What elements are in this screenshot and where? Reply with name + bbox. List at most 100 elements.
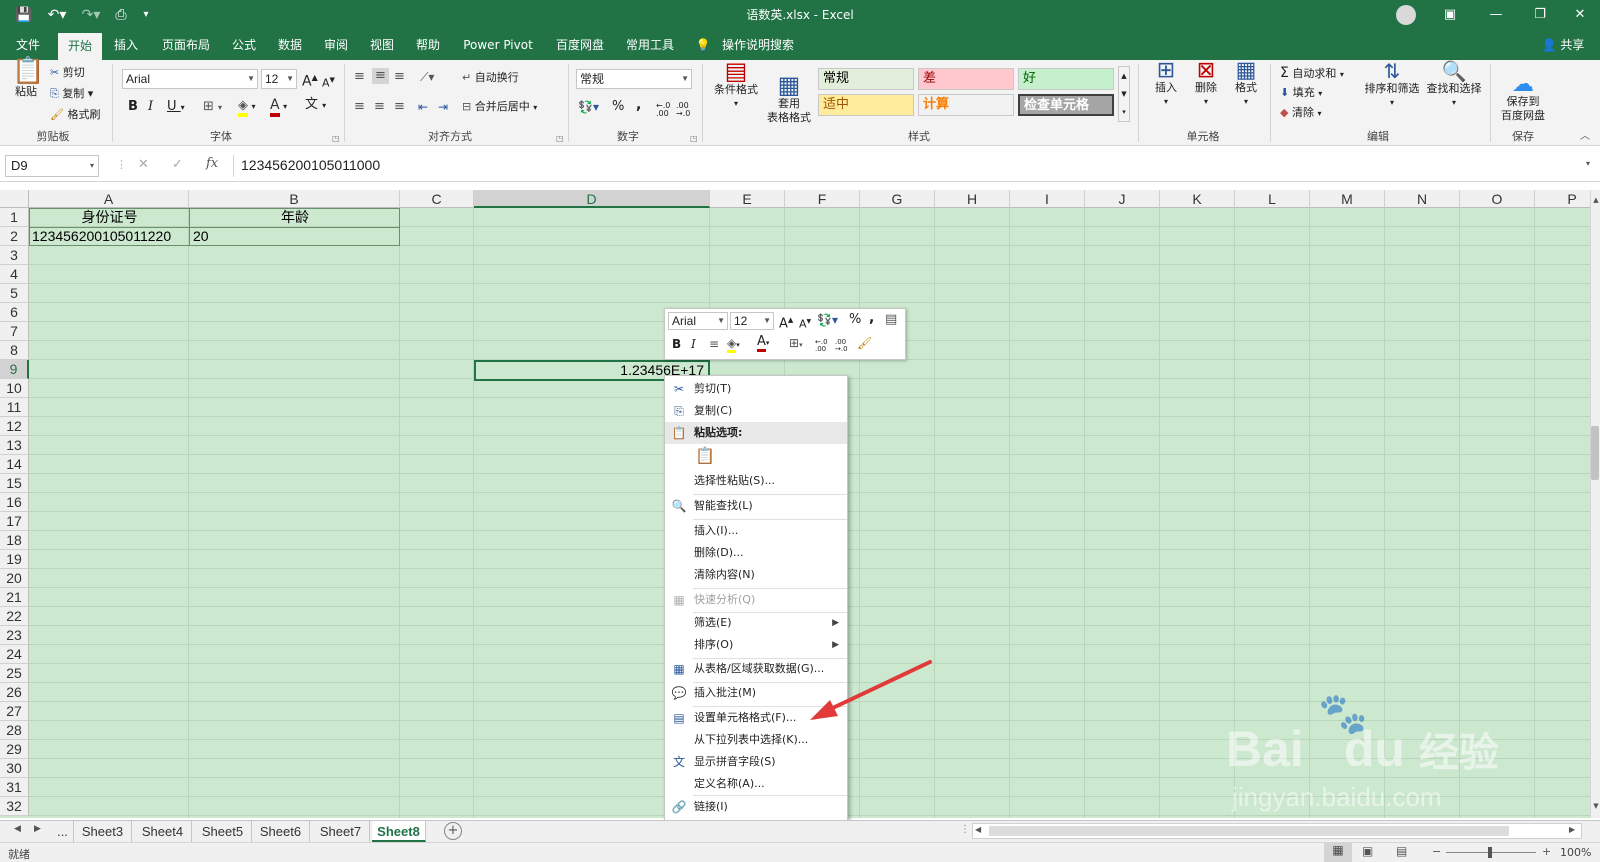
column-header-n[interactable]: N — [1385, 190, 1460, 208]
align-left-icon[interactable]: ≡ — [354, 100, 365, 114]
row-header-14[interactable]: 14 — [0, 455, 29, 474]
row-header-22[interactable]: 22 — [0, 607, 29, 626]
mini-accounting-icon[interactable]: 💱▾ — [817, 313, 838, 327]
style-good[interactable]: 好 — [1018, 68, 1114, 90]
row-header-28[interactable]: 28 — [0, 721, 29, 740]
sheet-tab-overflow[interactable]: ... — [52, 821, 74, 842]
scroll-up-icon[interactable]: ▲ — [1591, 196, 1600, 204]
format-painter-button[interactable]: 🖌 格式刷 — [50, 108, 100, 122]
tab-formulas[interactable]: 公式 — [226, 30, 262, 60]
page-layout-view-icon[interactable]: ▣ — [1362, 844, 1373, 858]
style-calculation[interactable]: 计算 — [918, 94, 1014, 116]
sheet-tab-sheet6[interactable]: Sheet6 — [252, 821, 310, 842]
menu-item-quick-analysis[interactable]: ▦ 快速分析(Q) — [665, 589, 847, 611]
comma-button[interactable]: , — [636, 98, 641, 112]
row-header-12[interactable]: 12 — [0, 417, 29, 436]
ribbon-display-icon[interactable]: ▣ — [1430, 0, 1470, 30]
vertical-scrollbar[interactable]: ▲ ▼ — [1590, 190, 1600, 818]
row-header-31[interactable]: 31 — [0, 778, 29, 797]
sheet-tab-sheet5[interactable]: Sheet5 — [194, 821, 252, 842]
menu-item-cut[interactable]: ✂ 剪切(T) — [665, 378, 847, 400]
mini-fill-color-button[interactable]: ◈▾ — [727, 336, 740, 353]
mini-percent-button[interactable]: % — [849, 313, 861, 327]
mini-borders-icon[interactable]: ⊞▾ — [789, 336, 803, 352]
prev-sheet-icon[interactable]: ◀ — [14, 824, 21, 834]
tab-power-pivot[interactable]: Power Pivot — [456, 30, 540, 60]
number-dialog-launcher-icon[interactable]: ◳ — [690, 132, 698, 146]
tab-page-layout[interactable]: 页面布局 — [156, 30, 216, 60]
styles-scroll[interactable]: ▲ ▼ ▾ — [1118, 66, 1130, 122]
font-dialog-launcher-icon[interactable]: ◳ — [332, 132, 340, 146]
horizontal-scrollbar[interactable]: ◀ ▶ — [972, 823, 1582, 839]
format-as-table-button[interactable]: ▦ 套用 表格格式 — [764, 64, 814, 139]
enter-icon[interactable]: ✓ — [172, 157, 183, 172]
column-header-b[interactable]: B — [189, 190, 400, 208]
restore-icon[interactable]: ❐ — [1520, 0, 1560, 30]
normal-view-icon[interactable]: ▦ — [1324, 843, 1352, 862]
column-header-d[interactable]: D — [474, 190, 710, 208]
mini-decrease-decimal-icon[interactable]: .00 →.0 — [835, 339, 848, 353]
tab-view[interactable]: 视图 — [364, 30, 400, 60]
column-header-h[interactable]: H — [935, 190, 1010, 208]
column-header-g[interactable]: G — [860, 190, 935, 208]
menu-item-delete[interactable]: 删除(D)... — [665, 542, 847, 564]
row-header-30[interactable]: 30 — [0, 759, 29, 778]
insert-function-icon[interactable]: fx — [206, 156, 218, 171]
mini-align-center-icon[interactable]: ≡ — [709, 337, 719, 351]
name-box[interactable]: D9 ▾ — [5, 155, 99, 177]
column-header-j[interactable]: J — [1085, 190, 1160, 208]
row-header-7[interactable]: 7 — [0, 322, 29, 341]
cell-a1[interactable]: 身份证号 — [30, 208, 189, 227]
row-header-20[interactable]: 20 — [0, 569, 29, 588]
tab-help[interactable]: 帮助 — [410, 30, 446, 60]
menu-item-define-name[interactable]: 定义名称(A)... — [665, 773, 847, 795]
row-header-18[interactable]: 18 — [0, 531, 29, 550]
font-color-button[interactable]: A ▾ — [270, 97, 287, 117]
mini-font-color-button[interactable]: A▾ — [757, 334, 769, 352]
style-neutral[interactable]: 适中 — [818, 94, 914, 116]
alignment-dialog-launcher-icon[interactable]: ◳ — [556, 132, 564, 146]
scroll-down-icon[interactable]: ▼ — [1591, 802, 1600, 810]
fill-button[interactable]: ⬇ 填充 ▾ — [1280, 86, 1322, 101]
menu-item-filter[interactable]: 筛选(E) ▶ — [665, 612, 847, 634]
row-header-32[interactable]: 32 — [0, 797, 29, 816]
cell-b2[interactable]: 20 — [193, 227, 393, 246]
column-header-c[interactable]: C — [400, 190, 474, 208]
cell-b1[interactable]: 年龄 — [190, 208, 400, 227]
conditional-format-button[interactable]: ▤ 条件格式 ▾ — [710, 59, 762, 111]
column-header-f[interactable]: F — [785, 190, 860, 208]
mini-shrink-font-button[interactable]: A▼ — [799, 315, 811, 332]
bold-button[interactable]: B — [128, 100, 138, 114]
find-select-button[interactable]: 🔍 查找和选择 ▾ — [1424, 61, 1484, 110]
font-size-combo[interactable]: 12 ▼ — [261, 69, 297, 89]
menu-item-pick-from-dropdown[interactable]: 从下拉列表中选择(K)... — [665, 729, 847, 751]
underline-button[interactable]: U ▾ — [167, 100, 185, 115]
decrease-indent-icon[interactable]: ⇤ — [418, 100, 428, 114]
percent-button[interactable]: % — [612, 100, 624, 114]
sheet-tab-sheet4[interactable]: Sheet4 — [134, 821, 192, 842]
row-header-24[interactable]: 24 — [0, 645, 29, 664]
orientation-icon[interactable]: ⟋▾ — [420, 70, 434, 84]
menu-item-smart-lookup[interactable]: 🔍 智能查找(L) — [665, 495, 847, 517]
paste-keep-text-icon[interactable]: 📋 — [693, 444, 717, 468]
mini-format-table-icon[interactable]: ▤ — [885, 313, 897, 327]
add-sheet-icon[interactable]: + — [444, 822, 462, 840]
row-header-13[interactable]: 13 — [0, 436, 29, 455]
tab-baidu-netdisk[interactable]: 百度网盘 — [550, 30, 610, 60]
increase-indent-icon[interactable]: ⇥ — [438, 100, 448, 114]
zoom-slider-thumb[interactable] — [1488, 847, 1492, 858]
next-sheet-icon[interactable]: ▶ — [34, 824, 41, 834]
italic-button[interactable]: I — [148, 100, 153, 114]
close-icon[interactable]: ✕ — [1560, 0, 1600, 30]
menu-item-clear-contents[interactable]: 清除内容(N) — [665, 564, 847, 586]
font-name-combo[interactable]: Arial ▼ — [122, 69, 258, 89]
mini-format-painter-icon[interactable]: 🖌 — [857, 336, 872, 350]
number-format-combo[interactable]: 常规 ▼ — [576, 69, 692, 89]
row-header-27[interactable]: 27 — [0, 702, 29, 721]
decrease-decimal-button[interactable]: .00 →.0 — [676, 102, 690, 118]
scroll-left-icon[interactable]: ◀ — [975, 825, 981, 834]
save-to-netdisk-button[interactable]: ☁ 保存到 百度网盘 — [1496, 64, 1550, 137]
tab-review[interactable]: 审阅 — [318, 30, 354, 60]
column-header-m[interactable]: M — [1310, 190, 1385, 208]
row-header-21[interactable]: 21 — [0, 588, 29, 607]
